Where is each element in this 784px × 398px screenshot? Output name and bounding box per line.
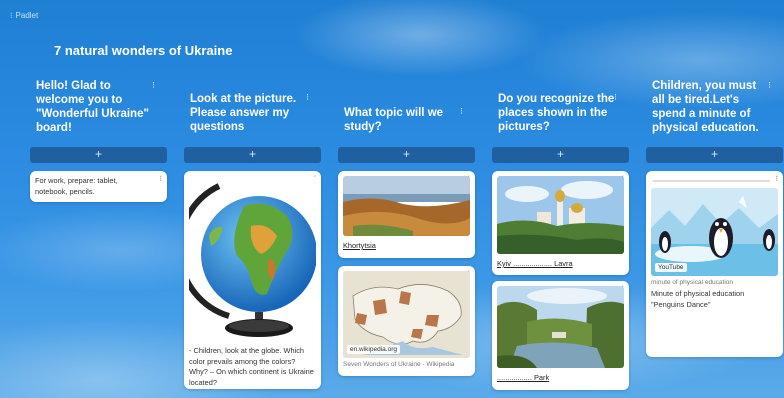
column-places: Do you recognize the places shown in the… <box>492 78 629 390</box>
post-card[interactable]: ⁝ en.wikipedia.org Seven Wonders of Ukra… <box>338 266 475 376</box>
menu-dots-icon[interactable]: ⁝ <box>10 11 12 20</box>
column-title: Hello! Glad to welcome you to "Wonderful… <box>36 80 149 134</box>
column-menu-icon[interactable]: ⁝ <box>614 92 617 103</box>
khortytsia-link[interactable]: Khortytsia <box>343 241 470 250</box>
padlet-logo[interactable]: ⁝ Padlet <box>10 11 38 20</box>
add-post-button[interactable]: + <box>646 147 783 163</box>
post-card[interactable]: ⁝ Kyiv ................... Lavra <box>492 171 629 275</box>
add-post-button[interactable]: + <box>30 147 167 163</box>
globe-image <box>189 176 316 341</box>
post-text: - Children, look at the globe. Which col… <box>189 346 314 387</box>
post-card[interactable]: ⁝ For work, prepare: tablet, notebook, p… <box>30 171 167 202</box>
column-topic: What topic will we study? ⁝ + ⁝ Khortyts… <box>338 78 475 376</box>
column-title: What topic will we study? <box>344 107 444 133</box>
add-post-button[interactable]: + <box>338 147 475 163</box>
ukraine-map-image: en.wikipedia.org <box>343 271 470 358</box>
card-menu-icon[interactable]: ⁝ <box>159 174 162 183</box>
column-title: Children, you must all be tired.Let's sp… <box>652 80 759 134</box>
add-post-button[interactable]: + <box>184 147 321 163</box>
khortytsia-image <box>343 176 470 236</box>
column-menu-icon[interactable]: ⁝ <box>306 92 309 103</box>
column-menu-icon[interactable]: ⁝ <box>152 80 155 91</box>
post-text: For work, prepare: tablet, notebook, pen… <box>35 176 118 196</box>
board-title: 7 natural wonders of Ukraine <box>54 43 233 58</box>
link-title[interactable]: Seven Wonders of Ukraine - Wikipedia <box>343 361 470 368</box>
post-card[interactable]: ⁝ - Children, look at the <box>184 171 321 389</box>
youtube-badge: YouTube <box>655 263 687 272</box>
video-source: minute of physical education <box>651 279 734 286</box>
column-title: Do you recognize the places shown in the… <box>498 93 615 133</box>
add-post-button[interactable]: + <box>492 147 629 163</box>
card-menu-icon[interactable]: ⁝ <box>775 174 778 183</box>
park-image <box>497 286 624 368</box>
link-domain-badge: en.wikipedia.org <box>347 345 400 354</box>
park-link[interactable]: ................. Park <box>497 373 624 382</box>
post-card[interactable]: ⁝ YouTube minute of physical education M… <box>646 171 783 357</box>
lavra-image <box>497 176 624 254</box>
post-text: Minute of physical education "Penguins D… <box>651 289 745 309</box>
column-menu-icon[interactable]: ⁝ <box>460 106 463 117</box>
column-menu-icon[interactable]: ⁝ <box>768 80 771 91</box>
penguins-video-thumbnail[interactable]: YouTube <box>651 188 778 276</box>
column-questions: Look at the picture. Please answer my qu… <box>184 78 321 389</box>
post-card[interactable]: ⁝ Khortytsia <box>338 171 475 258</box>
column-welcome: Hello! Glad to welcome you to "Wonderful… <box>30 78 167 202</box>
brand-name: Padlet <box>15 11 39 20</box>
post-card[interactable]: ⁝ ................. Park <box>492 281 629 390</box>
column-title: Look at the picture. Please answer my qu… <box>190 93 297 133</box>
column-physical-education: Children, you must all be tired.Let's sp… <box>646 78 783 357</box>
kyiv-lavra-link[interactable]: Kyiv ................... Lavra <box>497 259 624 268</box>
